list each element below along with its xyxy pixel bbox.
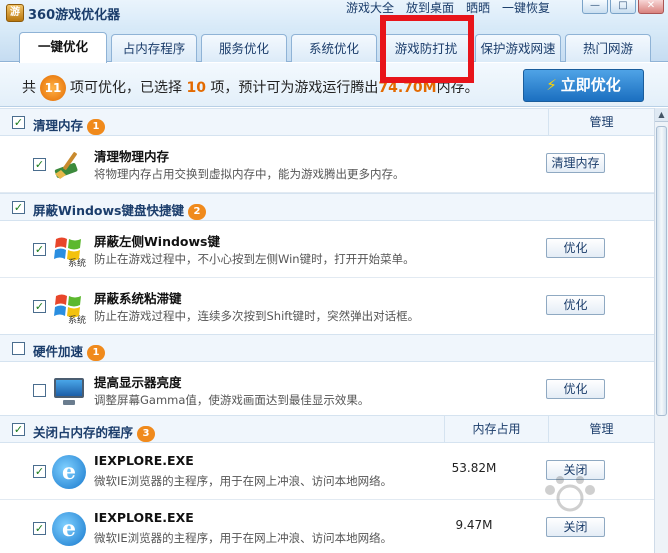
column-manage: 管理 bbox=[548, 416, 654, 443]
section-count-badge: 1 bbox=[87, 345, 106, 361]
link-share[interactable]: 晒晒 bbox=[460, 1, 496, 15]
section-title: 关闭占内存的程序 3 bbox=[33, 422, 156, 442]
section-checkbox[interactable]: ✓ bbox=[12, 423, 25, 436]
top-links: 游戏大全 放到桌面 晒晒 一键恢复 bbox=[340, 1, 556, 15]
section-checkbox[interactable]: ✓ bbox=[12, 201, 25, 214]
summary-mid1: 项可优化，已选择 bbox=[70, 80, 182, 96]
section-checkbox[interactable]: ✓ bbox=[12, 116, 25, 129]
title-bar: 游 360游戏优化器 游戏大全 放到桌面 晒晒 一键恢复 — □ ✕ bbox=[0, 0, 668, 30]
close-button[interactable]: ✕ bbox=[638, 0, 664, 14]
lightning-icon: ⚡ bbox=[546, 76, 557, 94]
item-description: 将物理内存占用交换到虚拟内存中，能为游戏腾出更多内存。 bbox=[94, 167, 405, 181]
item-checkbox[interactable]: ✓ bbox=[33, 465, 46, 478]
item-description: 防止在游戏过程中，连续多次按到Shift键时，突然弹出对话框。 bbox=[94, 309, 420, 323]
section-title: 清理内存 1 bbox=[33, 115, 106, 135]
close-program-button[interactable]: 关闭 bbox=[546, 460, 605, 480]
clean-memory-button[interactable]: 清理内存 bbox=[546, 153, 605, 173]
column-memory-usage: 内存占用 bbox=[444, 416, 548, 443]
link-restore[interactable]: 一键恢复 bbox=[496, 1, 556, 15]
link-place-desktop[interactable]: 放到桌面 bbox=[400, 1, 460, 15]
vertical-scrollbar[interactable]: ▲ bbox=[654, 108, 668, 553]
app-title: 360游戏优化器 bbox=[28, 8, 121, 23]
optimize-now-button[interactable]: ⚡ 立即优化 bbox=[523, 69, 644, 102]
item-description: 微软IE浏览器的主程序，用于在网上冲浪、访问本地网络。 bbox=[94, 474, 393, 488]
item-name: 清理物理内存 bbox=[94, 149, 170, 164]
section-count-badge: 3 bbox=[137, 426, 156, 442]
list-item: ✓ 系统 屏蔽左侧Windows键 防止在游戏过程中，不小心按到左侧Win键时，… bbox=[0, 221, 654, 278]
list-item: ✓ e IEXPLORE.EXE 微软IE浏览器的主程序，用于在网上冲浪、访问本… bbox=[0, 443, 654, 500]
tab-service-optimize[interactable]: 服务优化 bbox=[201, 34, 287, 62]
tab-system-optimize[interactable]: 系统优化 bbox=[291, 34, 377, 62]
section-count-badge: 2 bbox=[188, 204, 206, 220]
list-item: ✓ e IEXPLORE.EXE 微软IE浏览器的主程序，用于在网上冲浪、访问本… bbox=[0, 500, 654, 553]
svg-text:系统: 系统 bbox=[68, 257, 86, 267]
link-game-list[interactable]: 游戏大全 bbox=[340, 1, 400, 15]
optimize-button[interactable]: 优化 bbox=[546, 379, 605, 399]
memory-usage: 9.47M bbox=[455, 518, 493, 532]
windows-icon: 系统 bbox=[52, 233, 86, 269]
svg-text:系统: 系统 bbox=[68, 314, 86, 324]
selected-count: 10 bbox=[186, 80, 206, 96]
item-description: 调整屏幕Gamma值，使游戏画面达到最佳显示效果。 bbox=[94, 393, 370, 407]
section-close-memory-programs: ✓ 关闭占内存的程序 3 内存占用 管理 bbox=[0, 415, 654, 443]
item-description: 微软IE浏览器的主程序，用于在网上冲浪、访问本地网络。 bbox=[94, 531, 393, 545]
ie-icon: e bbox=[52, 455, 86, 489]
item-name: 屏蔽左侧Windows键 bbox=[94, 234, 220, 249]
list-item: 提高显示器亮度 调整屏幕Gamma值，使游戏画面达到最佳显示效果。 优化 bbox=[0, 362, 654, 419]
tab-protect-network[interactable]: 保护游戏网速 bbox=[475, 34, 561, 62]
tab-memory-programs[interactable]: 占内存程序 bbox=[111, 34, 197, 62]
item-checkbox[interactable]: ✓ bbox=[33, 158, 46, 171]
scroll-up-arrow-icon[interactable]: ▲ bbox=[655, 108, 668, 122]
scroll-thumb[interactable] bbox=[656, 126, 667, 416]
windows-icon: 系统 bbox=[52, 290, 86, 326]
section-checkbox[interactable] bbox=[12, 342, 25, 355]
ie-icon: e bbox=[52, 512, 86, 546]
section-title: 屏蔽Windows键盘快捷键 2 bbox=[33, 200, 206, 220]
item-checkbox[interactable] bbox=[33, 384, 46, 397]
highlight-box bbox=[380, 15, 474, 83]
section-clean-memory: ✓ 清理内存 1 管理 bbox=[0, 108, 654, 136]
item-checkbox[interactable]: ✓ bbox=[33, 300, 46, 313]
section-block-windows-keys: ✓ 屏蔽Windows键盘快捷键 2 bbox=[0, 193, 654, 221]
optimization-list: ✓ 清理内存 1 管理 ✓ 清理物理内存 将物理内存占用交换到虚拟内存中，能为游戏… bbox=[0, 108, 654, 553]
optimize-button[interactable]: 优化 bbox=[546, 238, 605, 258]
list-item: ✓ 系统 屏蔽系统粘滞键 防止在游戏过程中，连续多次按到Shift键时，突然弹出… bbox=[0, 278, 654, 335]
section-title: 硬件加速 1 bbox=[33, 341, 106, 361]
minimize-button[interactable]: — bbox=[582, 0, 608, 14]
item-name: IEXPLORE.EXE bbox=[94, 510, 194, 525]
item-description: 防止在游戏过程中，不小心按到左侧Win键时，打开开始菜单。 bbox=[94, 252, 415, 266]
count-badge: 11 bbox=[40, 75, 66, 101]
tab-bar: 一键优化 占内存程序 服务优化 系统优化 游戏防打扰 保护游戏网速 热门网游 bbox=[0, 30, 668, 63]
list-item: ✓ 清理物理内存 将物理内存占用交换到虚拟内存中，能为游戏腾出更多内存。 清理内… bbox=[0, 136, 654, 193]
broom-icon bbox=[52, 148, 86, 182]
memory-usage: 53.82M bbox=[451, 461, 497, 475]
item-checkbox[interactable]: ✓ bbox=[33, 522, 46, 535]
monitor-icon bbox=[52, 374, 86, 408]
optimize-button[interactable]: 优化 bbox=[546, 295, 605, 315]
tab-one-click-optimize[interactable]: 一键优化 bbox=[19, 32, 107, 63]
summary-prefix: 共 bbox=[22, 80, 36, 96]
summary-mid2: 项，预计可为游戏运行腾出 bbox=[210, 80, 379, 96]
optimize-now-label: 立即优化 bbox=[560, 76, 621, 94]
item-name: 提高显示器亮度 bbox=[94, 375, 182, 390]
app-logo-icon: 游 bbox=[6, 4, 24, 22]
section-count-badge: 1 bbox=[87, 119, 106, 135]
maximize-button[interactable]: □ bbox=[610, 0, 636, 14]
item-name: IEXPLORE.EXE bbox=[94, 453, 194, 468]
column-manage: 管理 bbox=[548, 109, 654, 136]
item-checkbox[interactable]: ✓ bbox=[33, 243, 46, 256]
close-program-button[interactable]: 关闭 bbox=[546, 517, 605, 537]
tab-hot-games[interactable]: 热门网游 bbox=[565, 34, 651, 62]
item-name: 屏蔽系统粘滞键 bbox=[94, 291, 182, 306]
section-hardware-acceleration: 硬件加速 1 bbox=[0, 334, 654, 362]
